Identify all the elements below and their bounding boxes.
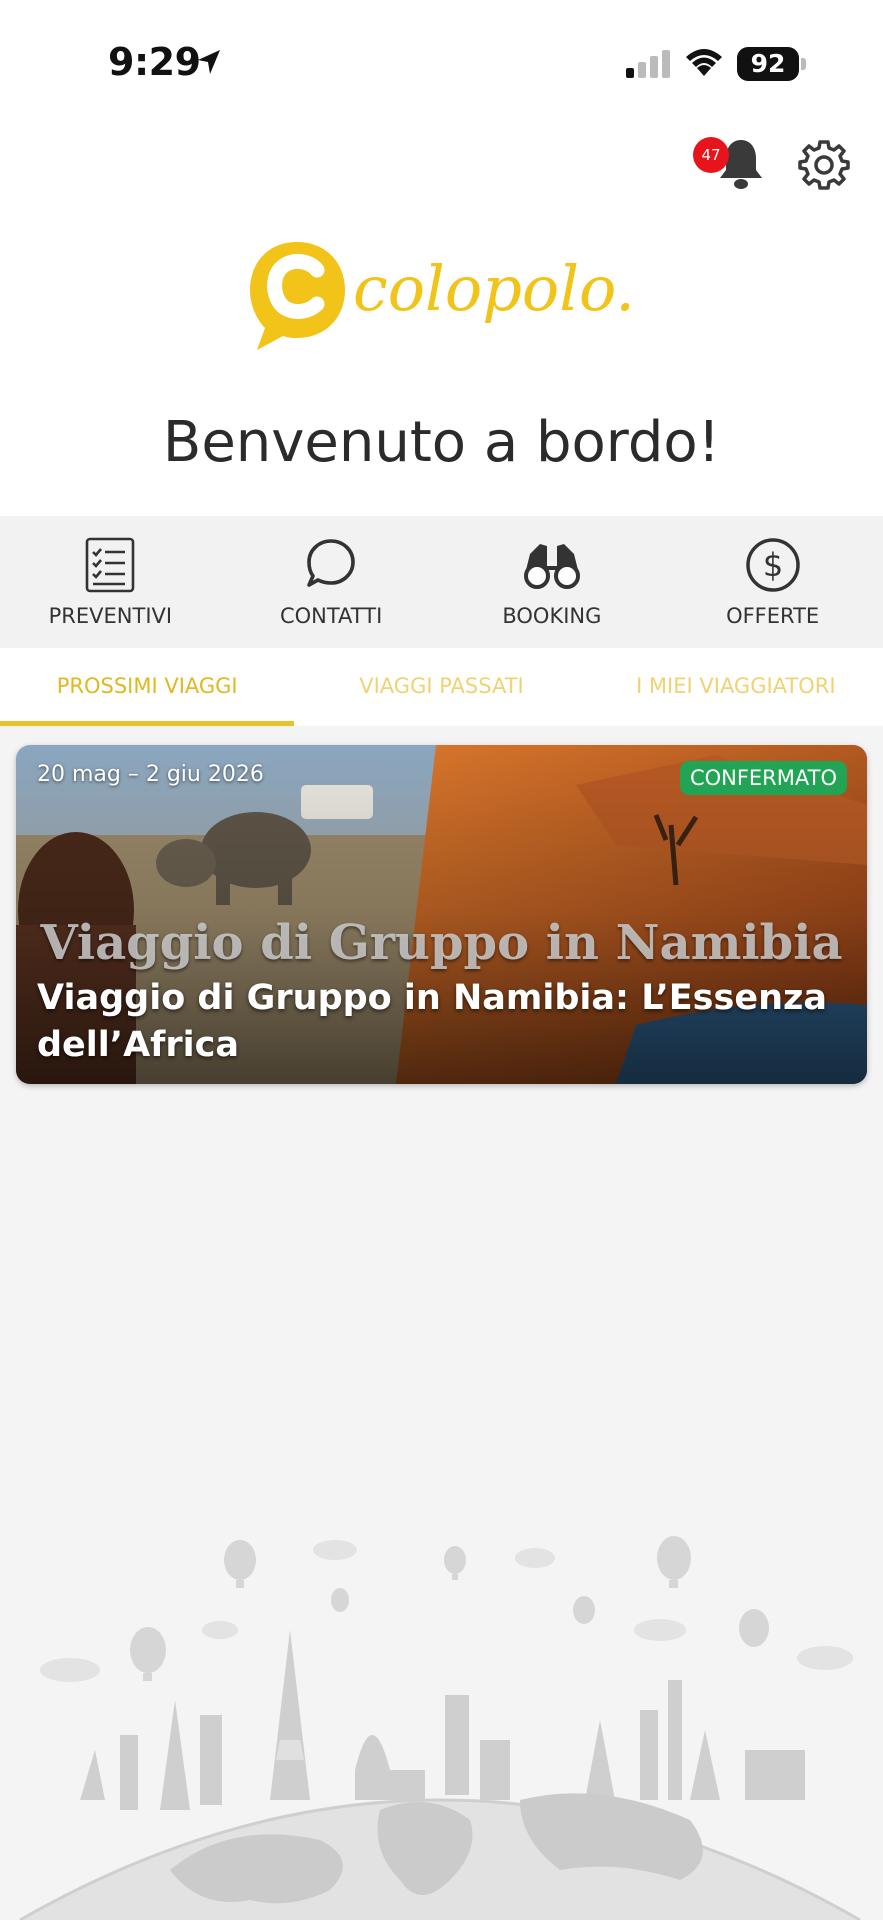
checklist-icon — [86, 537, 135, 593]
dollar-icon: $ — [745, 538, 800, 592]
chat-bubble-icon — [307, 539, 355, 587]
wifi-icon — [686, 49, 722, 76]
action-offerte[interactable]: $ OFFERTE — [662, 516, 883, 648]
signal-icon — [626, 50, 670, 78]
location-arrow-icon — [198, 50, 220, 74]
tab-miei-viaggiatori[interactable]: I MIEI VIAGGIATORI — [589, 648, 883, 726]
quick-actions-bar: PREVENTIVI CONTATTI BOOKING $ OFFERTE — [0, 516, 883, 648]
status-bar: 9:29 92 — [0, 0, 883, 120]
action-contatti[interactable]: CONTATTI — [221, 516, 442, 648]
svg-text:$: $ — [762, 546, 782, 584]
world-landmarks-illustration — [19, 1536, 861, 1920]
logo-text: colopolo.it — [353, 252, 635, 325]
action-booking[interactable]: BOOKING — [442, 516, 663, 648]
colopolo-logo: colopolo.it — [250, 242, 635, 350]
image-banner-text: Viaggio di Gruppo in Namibia — [40, 915, 843, 971]
action-label: CONTATTI — [279, 604, 383, 628]
battery-icon: 92 — [737, 47, 799, 81]
tab-viaggi-passati[interactable]: VIAGGI PASSATI — [294, 648, 588, 726]
action-label: BOOKING — [502, 604, 602, 628]
trip-tabs: PROSSIMI VIAGGI VIAGGI PASSATI I MIEI VI… — [0, 648, 883, 726]
action-preventivi[interactable]: PREVENTIVI — [0, 516, 221, 648]
action-label: OFFERTE — [726, 604, 820, 628]
app-header: 47 colopolo.it Benvenuto a bordo! — [0, 120, 883, 516]
binoculars-icon — [523, 544, 580, 589]
status-time: 9:29 — [108, 40, 201, 84]
status-badge: CONFERMATO — [679, 761, 847, 795]
trip-card[interactable]: 20 mag – 2 giu 2026 CONFERMATO Viaggio d… — [16, 745, 867, 1084]
battery-tip — [801, 58, 806, 70]
tab-prossimi-viaggi[interactable]: PROSSIMI VIAGGI — [0, 648, 295, 726]
trip-title: Viaggio di Gruppo in Namibia: L’Essenza … — [37, 978, 827, 1065]
action-label: PREVENTIVI — [48, 604, 173, 628]
trip-dates: 20 mag – 2 giu 2026 — [37, 762, 264, 787]
welcome-heading: Benvenuto a bordo! — [162, 410, 721, 475]
gear-icon[interactable] — [798, 138, 850, 190]
notification-badge: 47 — [693, 137, 729, 173]
